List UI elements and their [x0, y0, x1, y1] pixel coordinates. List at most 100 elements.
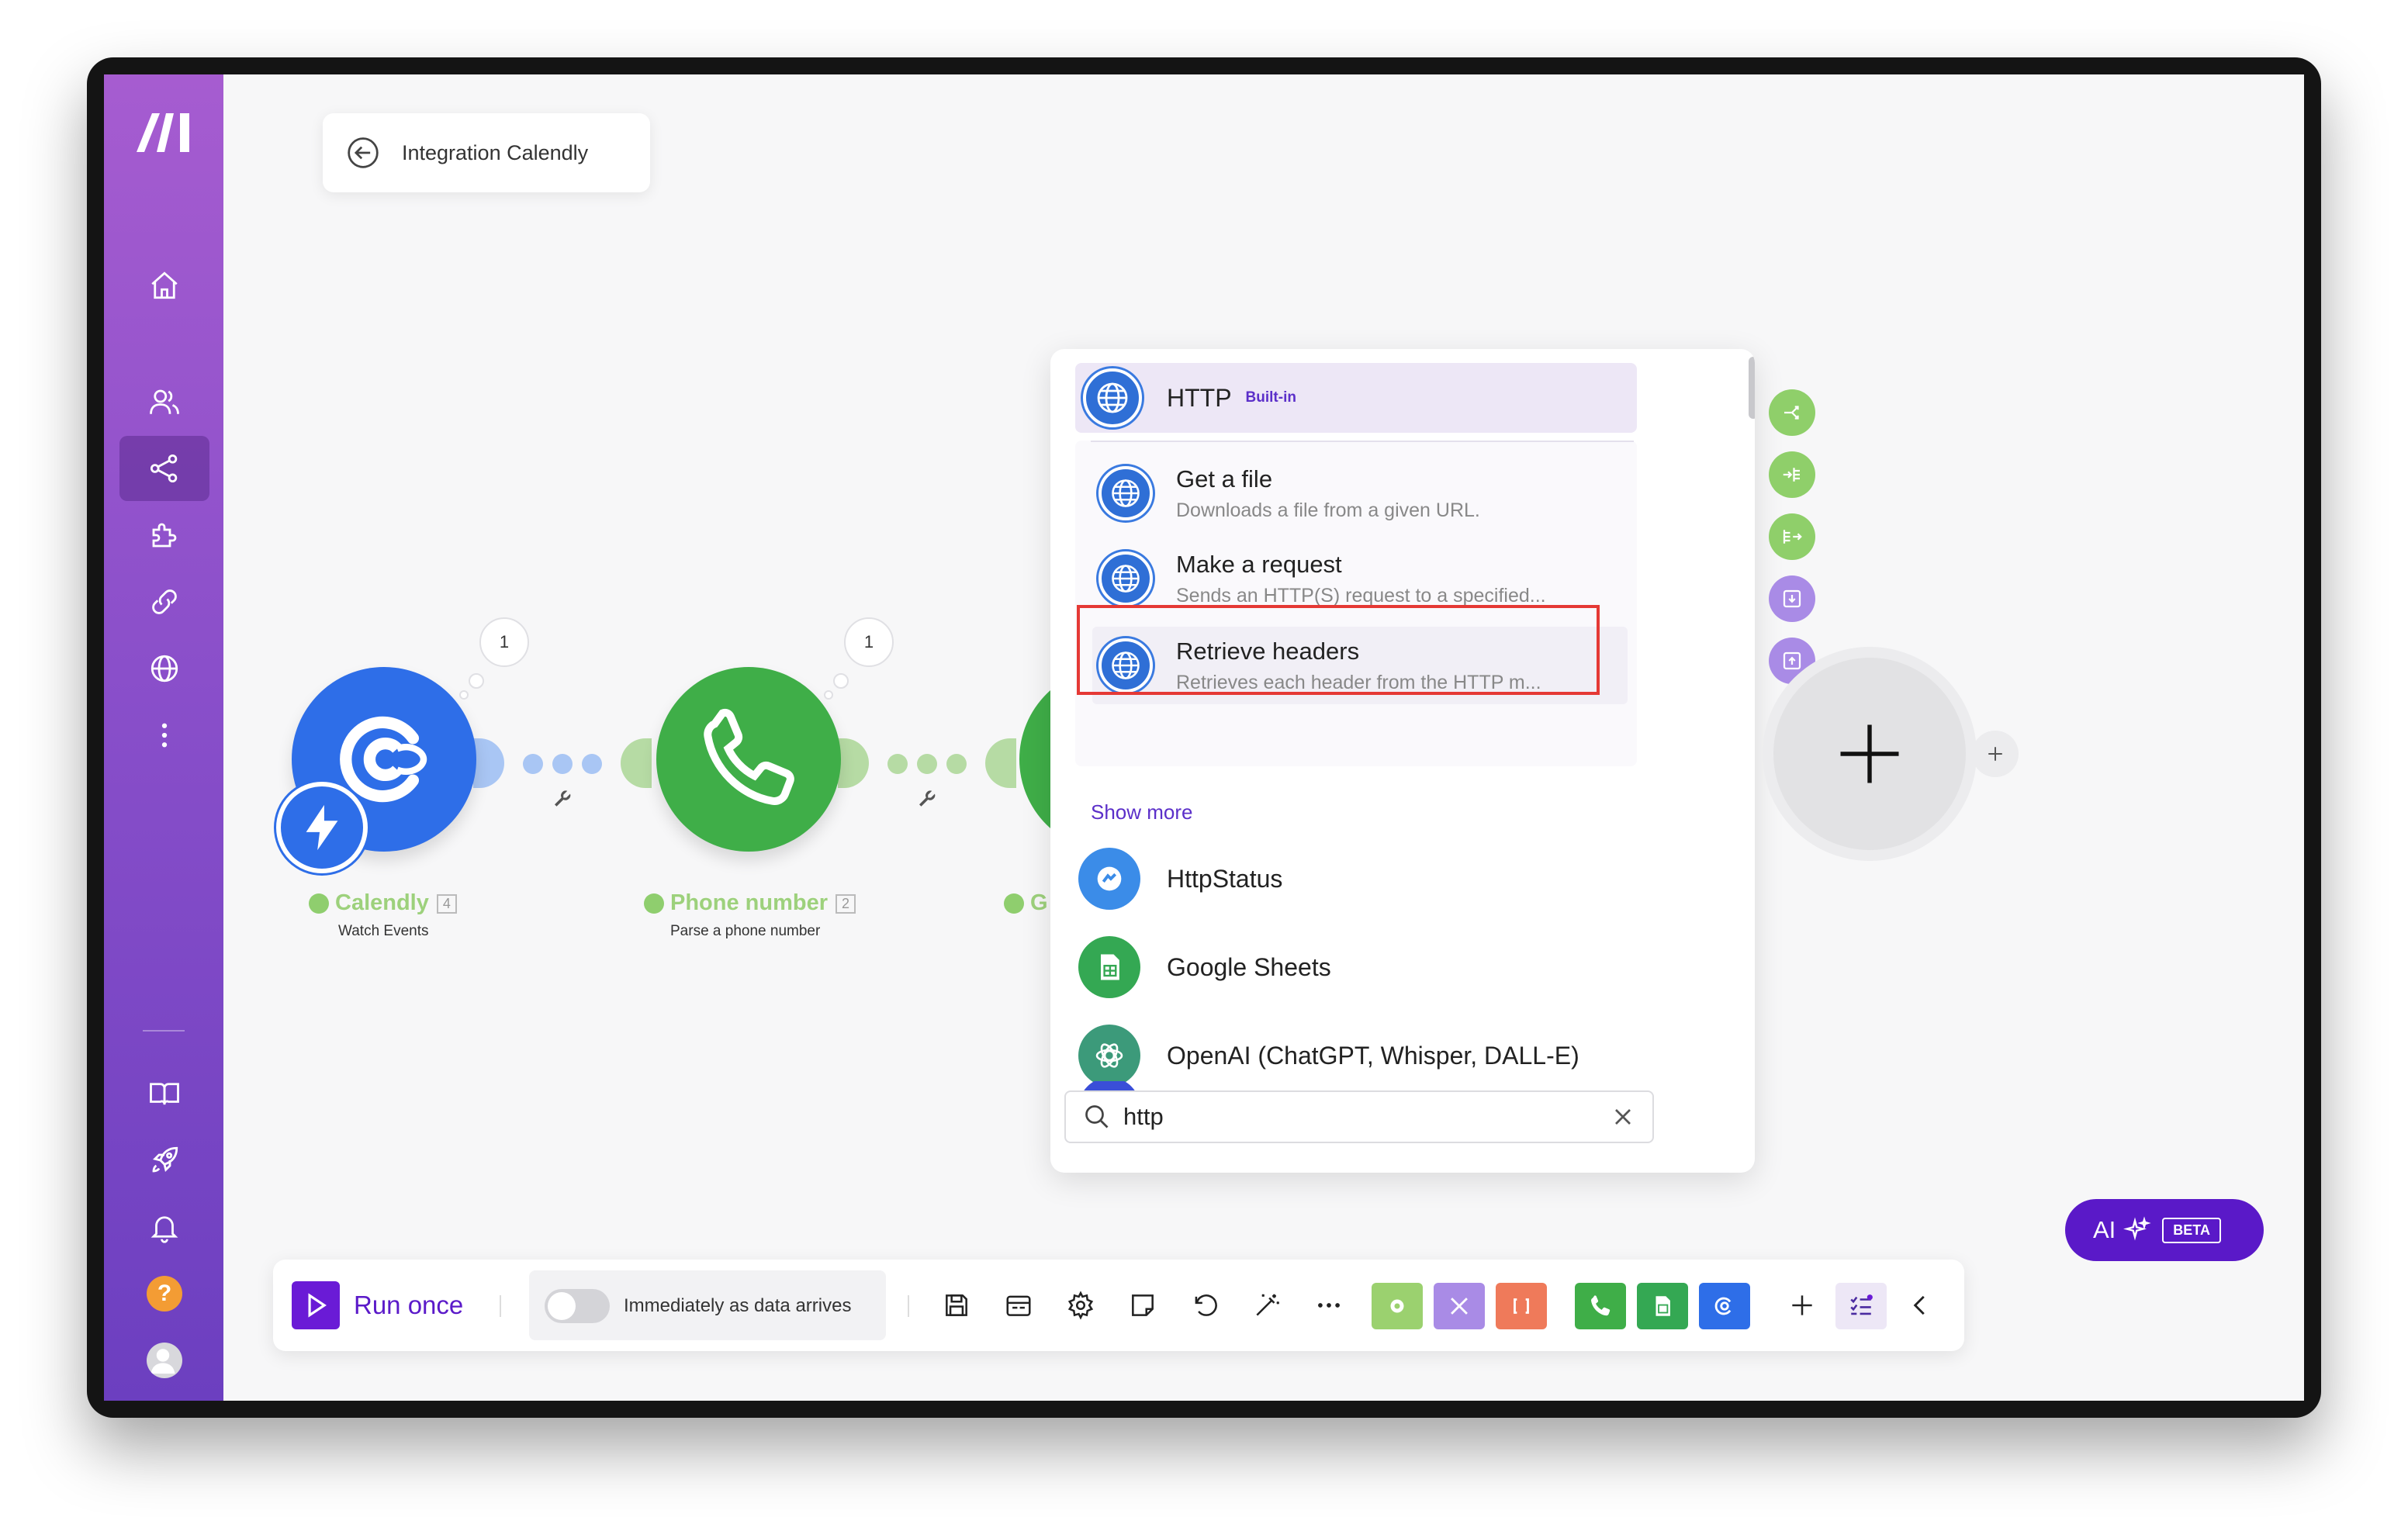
iterator-icon — [1783, 530, 1802, 544]
sidebar-divider — [143, 1030, 185, 1032]
text-parser-favorite-button[interactable] — [1496, 1283, 1547, 1329]
calendly-icon — [1714, 1297, 1732, 1315]
auto-align-button[interactable] — [1249, 1287, 1285, 1323]
add-module-button[interactable] — [1773, 658, 1966, 850]
schedule-label: Immediately as data arrives — [624, 1295, 852, 1316]
undo-icon — [1195, 1294, 1217, 1316]
notifications-button[interactable] — [119, 1194, 209, 1260]
team-button[interactable] — [119, 369, 209, 434]
wrench-icon[interactable] — [551, 788, 574, 811]
module-label: G — [1004, 890, 1048, 916]
more-options-button[interactable] — [1311, 1287, 1347, 1323]
phone-favorite-button[interactable] — [1575, 1283, 1626, 1329]
launch-button[interactable] — [119, 1128, 209, 1193]
crossed-tools-icon — [1451, 1298, 1468, 1315]
more-button[interactable] — [119, 703, 209, 768]
plus-icon — [1988, 747, 2002, 761]
play-icon — [308, 1293, 327, 1318]
link-icon — [152, 589, 177, 614]
highlight-box — [1077, 605, 1600, 695]
http-globe-icon — [1098, 466, 1153, 520]
aggregator-quick-button[interactable] — [1769, 451, 1815, 498]
bell-icon — [150, 1216, 178, 1243]
toolbar-separator — [500, 1295, 501, 1317]
run-once-label[interactable]: Run once — [354, 1291, 463, 1320]
schedule-toggle[interactable] — [545, 1289, 610, 1323]
more-horizontal-icon — [1318, 1303, 1340, 1308]
home-button[interactable] — [119, 253, 209, 318]
help-button[interactable]: ? — [119, 1261, 209, 1326]
http-app-header[interactable]: HTTP Built-in — [1075, 363, 1637, 433]
checklist-icon — [1850, 1294, 1873, 1315]
settings-button[interactable] — [1063, 1287, 1098, 1323]
scenarios-button[interactable] — [119, 436, 209, 501]
make-logo-icon[interactable] — [135, 110, 194, 154]
aggregator-icon — [1783, 468, 1800, 482]
flow-control-favorite-button[interactable] — [1434, 1283, 1485, 1329]
app-openai[interactable]: OpenAI (ChatGPT, Whisper, DALL-E) — [1078, 1021, 1637, 1090]
magic-wand-icon — [1256, 1294, 1279, 1316]
google-sheets-icon — [1078, 936, 1140, 998]
export-quick-button[interactable] — [1769, 638, 1815, 684]
collapse-toolbar-button[interactable] — [1902, 1287, 1938, 1323]
app-google-sheets[interactable]: Google Sheets — [1078, 932, 1637, 1002]
module-subtitle: Parse a phone number — [670, 923, 821, 939]
bracket-icon — [1514, 1298, 1529, 1314]
module-label: Calendly 4 — [309, 890, 457, 916]
action-get-a-file[interactable]: Get a file Downloads a file from a given… — [1092, 454, 1628, 532]
toolbar-separator — [908, 1295, 909, 1317]
notes-button[interactable] — [1125, 1287, 1161, 1323]
connections-button[interactable] — [119, 569, 209, 634]
phone-module-icon[interactable] — [656, 667, 841, 852]
templates-button[interactable] — [119, 503, 209, 568]
save-button[interactable] — [939, 1287, 974, 1323]
back-arrow-icon[interactable] — [346, 136, 380, 170]
close-icon[interactable] — [1609, 1103, 1637, 1131]
share-nodes-icon — [150, 454, 178, 483]
action-title: Make a request — [1176, 550, 1342, 578]
app-title: HttpStatus — [1167, 864, 1283, 893]
action-description: Downloads a file from a given URL. — [1176, 499, 1480, 521]
help-icon: ? — [147, 1276, 182, 1312]
globe-icon — [150, 655, 178, 683]
httpstatus-icon — [1078, 848, 1140, 910]
check-icon — [1004, 893, 1024, 914]
calendly-favorite-button[interactable] — [1699, 1283, 1750, 1329]
scenario-title[interactable]: Integration Calendly — [402, 141, 588, 165]
http-globe-icon — [1083, 368, 1142, 427]
module-id-badge: 2 — [836, 893, 856, 914]
tools-favorite-button[interactable] — [1372, 1283, 1423, 1329]
webhooks-button[interactable] — [119, 636, 209, 701]
app-httpstatus[interactable]: HttpStatus — [1078, 844, 1637, 914]
divider — [1091, 441, 1634, 442]
router-quick-button[interactable] — [1769, 389, 1815, 436]
run-once-button[interactable] — [292, 1281, 340, 1329]
import-quick-button[interactable] — [1769, 575, 1815, 622]
app-screen: ? Integration Calendly 1 Calendly 4 Watc… — [104, 74, 2304, 1401]
app-title: Google Sheets — [1167, 952, 1331, 981]
profile-button[interactable] — [119, 1328, 209, 1393]
wrench-icon[interactable] — [915, 788, 939, 811]
instant-trigger-badge — [276, 782, 368, 873]
show-more-link[interactable]: Show more — [1091, 800, 1193, 824]
iterator-quick-button[interactable] — [1769, 513, 1815, 560]
avatar — [147, 1343, 182, 1378]
scenario-title-bar: Integration Calendly — [323, 113, 650, 192]
module-search-input[interactable] — [1123, 1103, 1589, 1131]
add-favorite-button[interactable] — [1784, 1287, 1820, 1323]
docs-button[interactable] — [119, 1061, 209, 1126]
rocket-icon — [152, 1146, 178, 1173]
http-actions-list: Get a file Downloads a file from a given… — [1075, 441, 1637, 766]
checklist-button[interactable] — [1835, 1283, 1887, 1329]
panel-scrollbar[interactable] — [1749, 357, 1755, 419]
google-sheets-favorite-button[interactable] — [1637, 1283, 1688, 1329]
router-icon — [1784, 406, 1799, 420]
ai-assistant-button[interactable]: AI BETA — [2065, 1199, 2264, 1261]
add-next-module-button[interactable] — [1972, 731, 2019, 777]
check-icon — [309, 893, 329, 914]
module-id-badge: 4 — [436, 893, 457, 914]
note-icon — [1132, 1294, 1154, 1316]
scheduling-button[interactable] — [1001, 1287, 1036, 1323]
undo-button[interactable] — [1187, 1287, 1223, 1323]
plus-icon — [1792, 1295, 1812, 1315]
